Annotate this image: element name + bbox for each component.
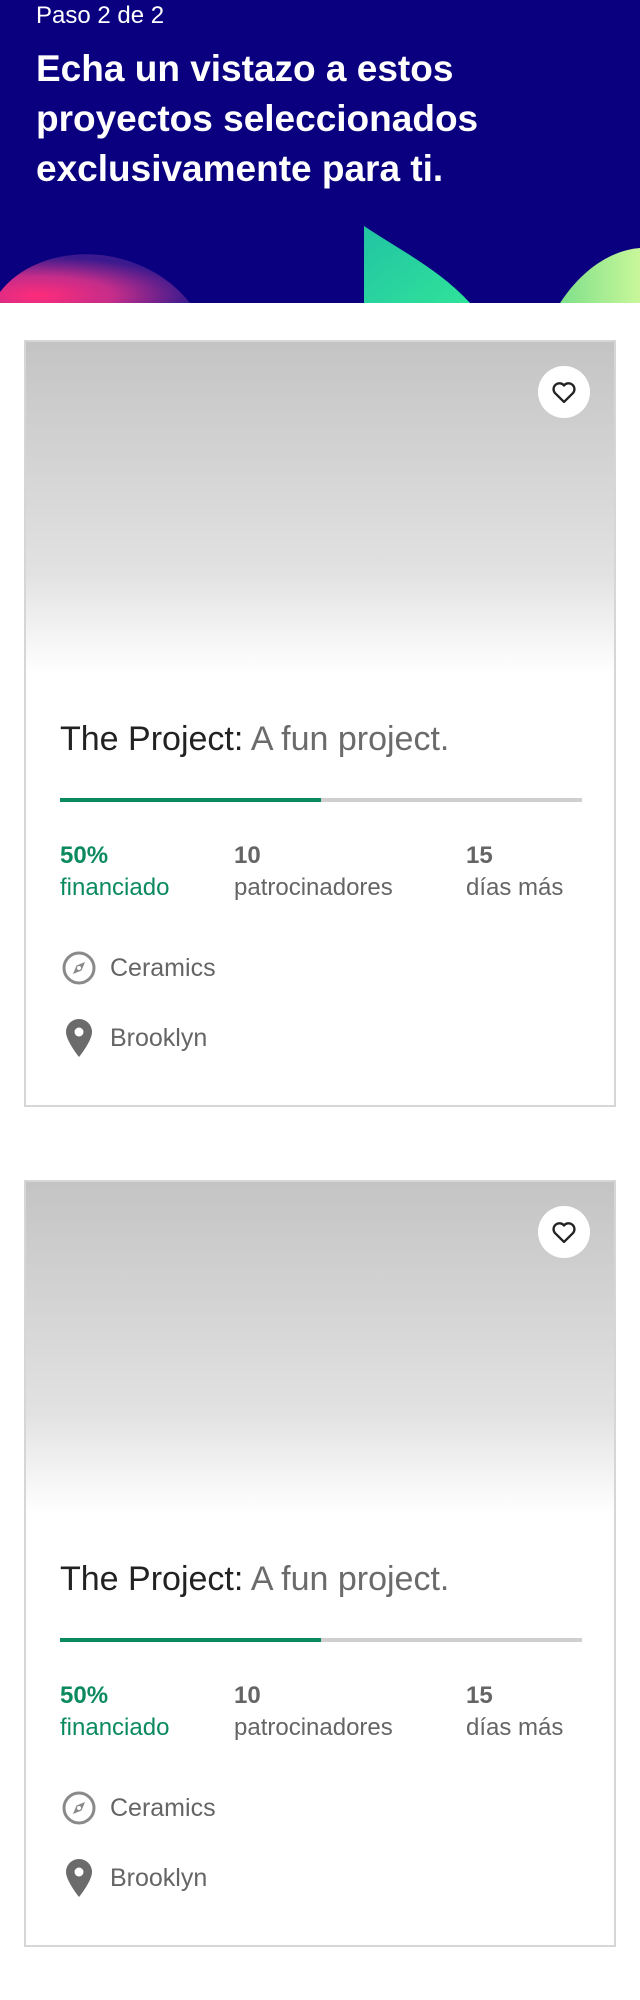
category-label: Ceramics [110, 1793, 216, 1822]
project-image[interactable] [26, 342, 614, 674]
compass-icon [60, 1788, 98, 1828]
days-value: 15 [466, 842, 493, 869]
location-label: Brooklyn [110, 1023, 208, 1052]
funding-progress-fill [60, 1638, 321, 1642]
funded-label: financiado [60, 874, 170, 901]
backers-stat: 10 patrocinadores [234, 840, 393, 904]
project-title[interactable]: The Project: A fun project. [60, 1560, 449, 1599]
favorite-button[interactable] [538, 1206, 590, 1258]
days-value: 15 [466, 1682, 493, 1709]
map-pin-icon [60, 1858, 98, 1898]
funding-progress-fill [60, 798, 321, 802]
project-category[interactable]: Ceramics [60, 1788, 216, 1828]
backers-label: patrocinadores [234, 1714, 393, 1741]
funded-label: financiado [60, 1714, 170, 1741]
location-label: Brooklyn [110, 1863, 208, 1892]
days-label: días más [466, 1714, 564, 1741]
project-blurb: A fun project. [250, 720, 450, 758]
onboarding-header: Paso 2 de 2 Echa un vistazo a estos proy… [0, 0, 640, 303]
heart-icon [552, 382, 576, 404]
project-name: The Project: [60, 720, 244, 758]
funded-value: 50% [60, 842, 109, 869]
funded-stat: 50% financiado [60, 1680, 169, 1744]
favorite-button[interactable] [538, 366, 590, 418]
days-stat: 15 días más [466, 1680, 563, 1744]
funding-progress-bar [60, 1638, 582, 1642]
project-card[interactable]: The Project: A fun project. 50% financia… [24, 340, 616, 1107]
funded-stat: 50% financiado [60, 840, 169, 904]
project-location[interactable]: Brooklyn [60, 1018, 207, 1058]
project-location[interactable]: Brooklyn [60, 1858, 207, 1898]
map-pin-icon [60, 1018, 98, 1058]
project-title[interactable]: The Project: A fun project. [60, 720, 449, 759]
funded-value: 50% [60, 1682, 109, 1709]
project-category[interactable]: Ceramics [60, 948, 216, 988]
compass-icon [60, 948, 98, 988]
backers-value: 10 [234, 1682, 261, 1709]
step-indicator: Paso 2 de 2 [36, 2, 165, 29]
project-card[interactable]: The Project: A fun project. 50% financia… [24, 1180, 616, 1947]
days-label: días más [466, 874, 564, 901]
days-stat: 15 días más [466, 840, 563, 904]
heart-icon [552, 1222, 576, 1244]
backers-value: 10 [234, 842, 261, 869]
category-label: Ceramics [110, 953, 216, 982]
page-title: Echa un vistazo a estos proyectos selecc… [36, 48, 479, 189]
project-name: The Project: [60, 1560, 244, 1598]
backers-stat: 10 patrocinadores [234, 1680, 393, 1744]
backers-label: patrocinadores [234, 874, 393, 901]
project-image[interactable] [26, 1182, 614, 1514]
funding-progress-bar [60, 798, 582, 802]
project-blurb: A fun project. [250, 1560, 450, 1598]
